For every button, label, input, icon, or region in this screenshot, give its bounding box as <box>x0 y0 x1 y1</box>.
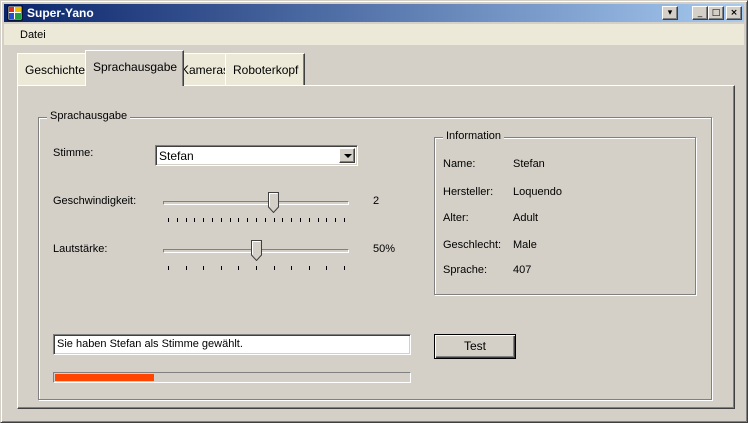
slider-tick <box>291 218 292 222</box>
window-menu-button[interactable]: ▾ <box>662 6 678 20</box>
slider-tick <box>212 218 213 222</box>
volume-value: 50% <box>373 243 396 255</box>
info-gender-label: Geschlecht: <box>443 239 502 251</box>
slider-tick <box>309 266 310 270</box>
status-textbox[interactable]: Sie haben Stefan als Stimme gewählt. <box>53 334 411 355</box>
tab-label: Geschichte <box>25 63 86 77</box>
tab-sprachausgabe[interactable]: Sprachausgabe <box>85 50 185 86</box>
info-groupbox: Information Name: Stefan Hersteller: Loq… <box>434 130 696 295</box>
speed-value: 2 <box>373 195 380 207</box>
chevron-down-icon[interactable] <box>339 148 355 163</box>
info-manufacturer-value: Loquendo <box>513 186 562 198</box>
slider-tick <box>256 266 257 270</box>
test-button[interactable]: Test <box>434 334 516 359</box>
minimize-button[interactable]: _ <box>692 6 708 20</box>
slider-tick <box>194 218 195 222</box>
slider-tick <box>326 266 327 270</box>
title-bar[interactable]: Super-Yano ▾ _ □ × <box>4 4 744 22</box>
info-name-label: Name: <box>443 158 476 170</box>
slider-tick <box>282 218 283 222</box>
voice-label: Stimme: <box>53 147 94 159</box>
slider-tick <box>318 218 319 222</box>
speed-slider-track[interactable] <box>163 201 349 205</box>
info-group-title: Information <box>443 130 505 142</box>
volume-slider-ticks <box>168 266 348 271</box>
slider-tick <box>274 266 275 270</box>
info-language-value: 407 <box>513 264 532 276</box>
slider-tick <box>247 218 248 222</box>
slider-tick <box>168 218 169 222</box>
progress-fill <box>55 374 154 381</box>
volume-slider-thumb[interactable] <box>250 240 262 261</box>
speed-label: Geschwindigkeit: <box>53 195 137 207</box>
slider-tick <box>221 218 222 222</box>
slider-tick <box>168 266 169 270</box>
slider-tick <box>326 218 327 222</box>
slider-tick <box>274 218 275 222</box>
speech-group-title: Sprachausgabe <box>47 110 131 122</box>
slider-tick <box>238 266 239 270</box>
slider-tick <box>186 218 187 222</box>
volume-label: Lautstärke: <box>53 243 108 255</box>
slider-tick <box>300 218 301 222</box>
speed-slider-thumb[interactable] <box>268 192 279 213</box>
slider-tick <box>238 218 239 222</box>
progress-bar <box>53 372 411 383</box>
speed-slider-ticks <box>168 218 348 223</box>
slider-tick <box>335 218 336 222</box>
speech-groupbox: Sprachausgabe Stimme: Stefan Geschwindig… <box>38 110 712 400</box>
tab-roboterkopf[interactable]: Roboterkopf <box>225 53 306 85</box>
info-gender-value: Male <box>513 239 537 251</box>
slider-tick <box>265 218 266 222</box>
app-icon[interactable] <box>7 5 23 21</box>
info-age-value: Adult <box>513 212 539 224</box>
app-window: Super-Yano ▾ _ □ × Datei Geschichte Spra… <box>0 0 748 423</box>
slider-tick <box>221 266 222 270</box>
slider-tick <box>256 218 257 222</box>
slider-tick <box>203 266 204 270</box>
menu-bar: Datei <box>4 24 744 45</box>
info-name-value: Stefan <box>513 158 545 170</box>
slider-tick <box>344 218 345 222</box>
voice-select-value: Stefan <box>159 149 194 163</box>
slider-tick <box>230 218 231 222</box>
slider-tick <box>291 266 292 270</box>
slider-tick <box>186 266 187 270</box>
menu-item-datei[interactable]: Datei <box>20 29 46 41</box>
voice-select[interactable]: Stefan <box>155 145 358 166</box>
info-age-label: Alter: <box>443 212 469 224</box>
slider-tick <box>344 266 345 270</box>
maximize-button[interactable]: □ <box>708 6 724 20</box>
info-language-label: Sprache: <box>443 264 488 276</box>
tab-label: Kameras <box>181 63 230 77</box>
tab-geschichte[interactable]: Geschichte <box>17 53 93 85</box>
tab-page-sprachausgabe: Sprachausgabe Stimme: Stefan Geschwindig… <box>17 85 735 409</box>
slider-tick <box>177 218 178 222</box>
close-button[interactable]: × <box>726 6 742 20</box>
slider-tick <box>203 218 204 222</box>
window-title: Super-Yano <box>27 6 94 20</box>
status-text: Sie haben Stefan als Stimme gewählt. <box>57 338 243 350</box>
tab-label: Sprachausgabe <box>93 60 178 74</box>
info-manufacturer-label: Hersteller: <box>443 186 494 198</box>
slider-tick <box>309 218 310 222</box>
tab-label: Roboterkopf <box>233 63 299 77</box>
